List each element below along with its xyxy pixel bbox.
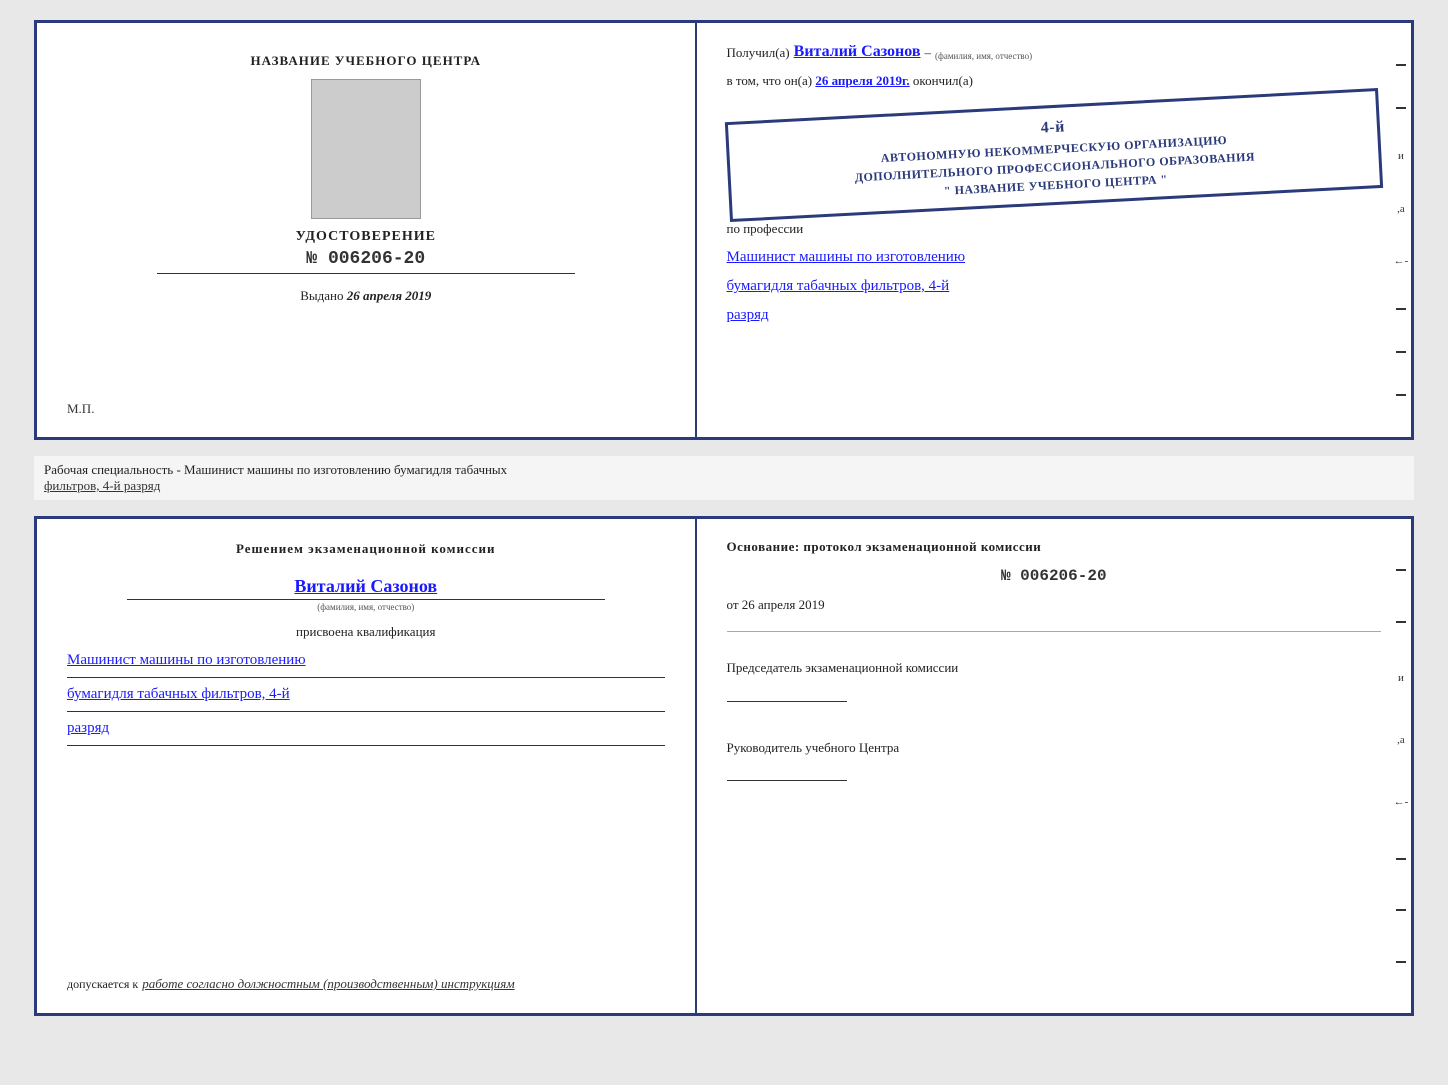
cert-number-section: УДОСТОВЕРЕНИЕ № 006206-20	[296, 229, 436, 269]
divider-line	[157, 273, 575, 274]
bottom-right-panel: Основание: протокол экзаменационной коми…	[697, 519, 1411, 1013]
b-dash-2	[1396, 621, 1406, 623]
b-side-и: и	[1398, 672, 1404, 684]
side-а: ,а	[1397, 203, 1405, 215]
qual-line3: разряд	[67, 720, 665, 737]
recipient-hint: (фамилия, имя, отчество)	[935, 51, 1032, 61]
qual-line2: бумагидля табачных фильтров, 4-й	[67, 686, 665, 703]
director-title: Руководитель учебного Центра	[727, 738, 1381, 758]
qual-divider1	[67, 677, 665, 678]
name-hint: (фамилия, имя, отчество)	[67, 602, 665, 612]
divider	[727, 631, 1381, 632]
dash-2	[1396, 107, 1406, 109]
qual-line1: Машинист машины по изготовлению	[67, 652, 665, 669]
cert-right-panel: Получил(а) Виталий Сазонов – (фамилия, и…	[697, 23, 1411, 437]
date-line: от 26 апреля 2019	[727, 597, 1381, 613]
b-side-а: ,а	[1397, 734, 1405, 746]
allowed-prefix: допускается к	[67, 977, 138, 991]
director-sig-line	[727, 761, 847, 781]
profession-line3: разряд	[727, 307, 1381, 324]
mp-label: М.П.	[67, 401, 94, 417]
b-dash-3	[1396, 858, 1406, 860]
recipient-name: Виталий Сазонов	[794, 43, 921, 61]
profession-line1: Машинист машины по изготовлению	[727, 249, 1381, 266]
in-that-line: в том, что он(а) 26 апреля 2019г. окончи…	[727, 73, 1381, 89]
b-dash-4	[1396, 909, 1406, 911]
bottom-left-panel: Решением экзаменационной комиссии Витали…	[37, 519, 697, 1013]
received-prefix: Получил(а)	[727, 45, 790, 61]
description-line1: Рабочая специальность - Машинист машины …	[44, 462, 507, 477]
description-text1: Рабочая специальность - Машинист машины …	[44, 462, 1404, 478]
description-text2: фильтров, 4-й разряд	[44, 478, 1404, 494]
cert-left-panel: НАЗВАНИЕ УЧЕБНОГО ЦЕНТРА УДОСТОВЕРЕНИЕ №…	[37, 23, 697, 437]
cert-number: № 006206-20	[296, 249, 436, 269]
issued-date: 26 апреля 2019	[347, 288, 432, 303]
dash-5	[1396, 394, 1406, 396]
date-prefix: от	[727, 597, 739, 612]
bottom-name: Виталий Сазонов	[294, 576, 437, 596]
allowed-text: работе согласно должностным (производств…	[142, 976, 514, 991]
finished-label: окончил(а)	[913, 73, 973, 88]
b-dash-1	[1396, 569, 1406, 571]
protocol-date: 26 апреля 2019	[742, 597, 825, 612]
dash-3	[1396, 308, 1406, 310]
side-и: и	[1398, 150, 1404, 162]
side-dashes: и ,а ←-	[1391, 23, 1411, 437]
name-underline	[127, 599, 605, 600]
stamp-box: 4-й АВТОНОМНУЮ НЕКОММЕРЧЕСКУЮ ОРГАНИЗАЦИ…	[724, 88, 1383, 222]
top-document: НАЗВАНИЕ УЧЕБНОГО ЦЕНТРА УДОСТОВЕРЕНИЕ №…	[34, 20, 1414, 440]
basis-title: Основание: протокол экзаменационной коми…	[727, 539, 1381, 555]
side-к: ←-	[1394, 255, 1409, 267]
protocol-number: № 006206-20	[727, 567, 1381, 585]
issued-label: Выдано	[300, 288, 343, 303]
chairman-section: Председатель экзаменационной комиссии	[727, 658, 1381, 702]
chairman-sig-line	[727, 682, 847, 702]
qualification-label: присвоена квалификация	[67, 624, 665, 640]
school-name-header: НАЗВАНИЕ УЧЕБНОГО ЦЕНТРА	[250, 53, 481, 69]
bottom-side-dashes: и ,а ←-	[1391, 519, 1411, 1013]
commission-title: Решением экзаменационной комиссии	[67, 539, 665, 560]
qual-divider2	[67, 711, 665, 712]
recipient-line: Получил(а) Виталий Сазонов – (фамилия, и…	[727, 43, 1381, 61]
chairman-title: Председатель экзаменационной комиссии	[727, 658, 1381, 678]
completion-date: 26 апреля 2019г.	[815, 73, 909, 88]
profession-label: по профессии	[727, 221, 1381, 237]
b-dash-5	[1396, 961, 1406, 963]
photo-placeholder	[311, 79, 421, 219]
dash-1	[1396, 64, 1406, 66]
allowed-section: допускается к работе согласно должностны…	[67, 955, 665, 993]
profession-line2: бумагидля табачных фильтров, 4-й	[727, 278, 1381, 295]
issued-line: Выдано 26 апреля 2019	[300, 288, 431, 304]
b-side-к: ←-	[1394, 796, 1409, 808]
in-that-label: в том, что он(а)	[727, 73, 813, 88]
dash-4	[1396, 351, 1406, 353]
bottom-document: Решением экзаменационной комиссии Витали…	[34, 516, 1414, 1016]
cert-title: УДОСТОВЕРЕНИЕ	[296, 229, 436, 245]
name-section: Виталий Сазонов (фамилия, имя, отчество)	[67, 576, 665, 612]
description-bar: Рабочая специальность - Машинист машины …	[34, 456, 1414, 500]
qual-divider3	[67, 745, 665, 746]
director-section: Руководитель учебного Центра	[727, 738, 1381, 782]
